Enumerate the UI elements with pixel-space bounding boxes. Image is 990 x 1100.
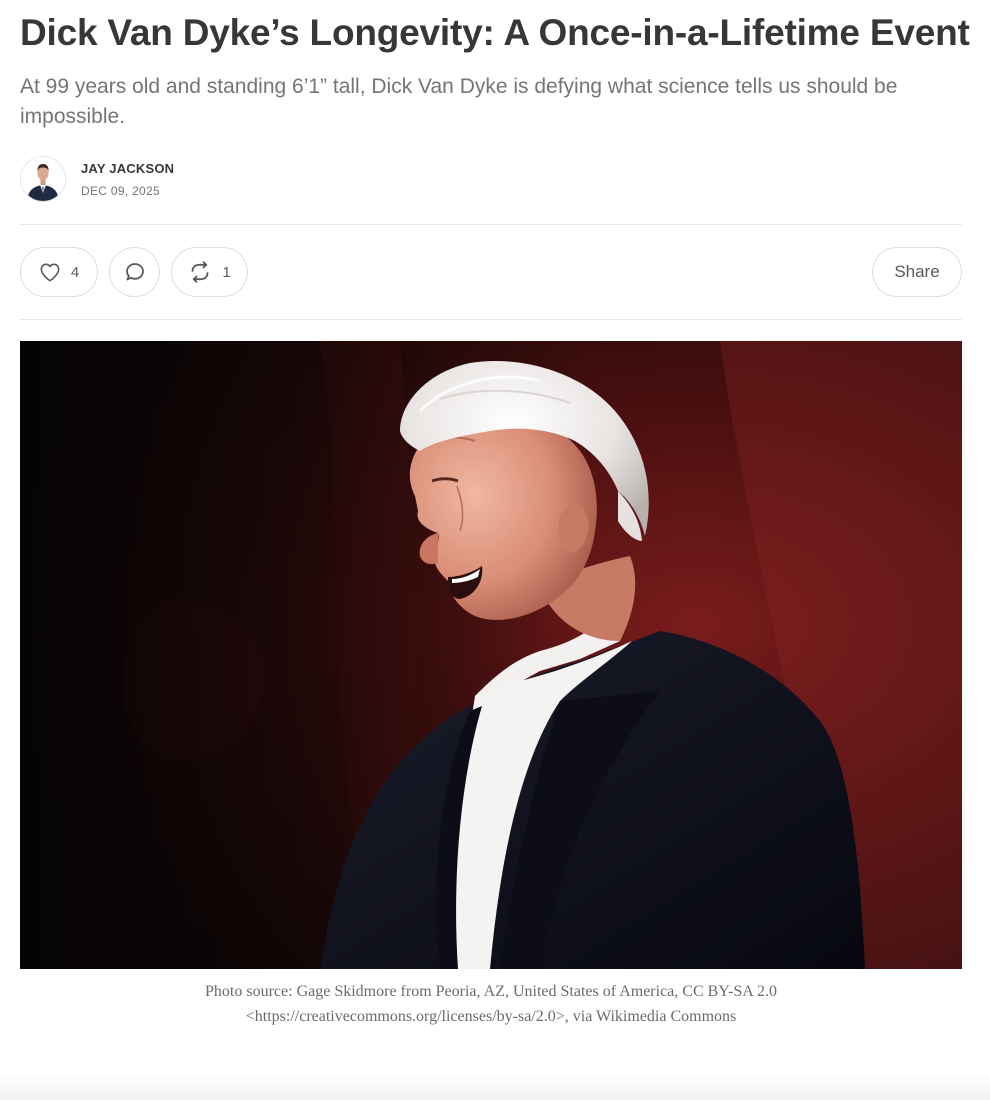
byline-text: JAY JACKSON DEC 09, 2025: [81, 159, 174, 199]
article-page: Dick Van Dyke’s Longevity: A Once-in-a-L…: [0, 0, 990, 1100]
restack-button[interactable]: 1: [171, 247, 248, 297]
post-actions-bar: 4 1 Share: [20, 225, 962, 319]
bottom-fade: [0, 1074, 990, 1100]
comment-bubble-icon: [123, 261, 147, 283]
image-caption: Photo source: Gage Skidmore from Peoria,…: [205, 983, 777, 1025]
article-title: Dick Van Dyke’s Longevity: A Once-in-a-L…: [20, 12, 970, 53]
article-subtitle: At 99 years old and standing 6’1” tall, …: [20, 75, 898, 128]
divider: [20, 319, 962, 320]
heart-icon: [39, 262, 61, 282]
restack-arrows-icon: [188, 261, 212, 283]
comment-button[interactable]: [109, 247, 160, 297]
byline: JAY JACKSON DEC 09, 2025: [20, 154, 962, 204]
publish-date: DEC 09, 2025: [81, 184, 160, 198]
share-button[interactable]: Share: [872, 247, 962, 297]
author-avatar-image: [21, 157, 65, 201]
hero-image[interactable]: [20, 341, 962, 969]
hero-photo: [20, 341, 962, 969]
author-avatar[interactable]: [20, 156, 66, 202]
restack-count: 1: [222, 263, 231, 281]
author-name[interactable]: JAY JACKSON: [81, 159, 174, 179]
like-count: 4: [70, 263, 80, 281]
like-button[interactable]: 4: [20, 247, 98, 297]
